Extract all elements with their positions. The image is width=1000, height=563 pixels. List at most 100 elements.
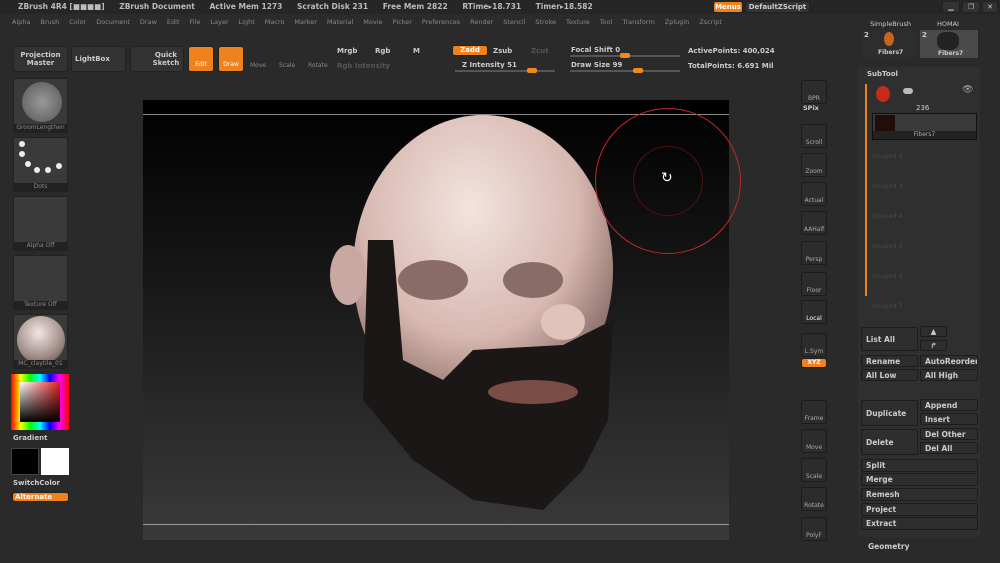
- color-picker[interactable]: [11, 374, 69, 430]
- menu-draw[interactable]: Draw: [140, 18, 157, 26]
- menu-material[interactable]: Material: [327, 18, 353, 26]
- move-up-button[interactable]: ▲: [920, 326, 947, 337]
- subtool-empty-slot[interactable]: Unused 5: [872, 242, 903, 250]
- menu-picker[interactable]: Picker: [393, 18, 412, 26]
- zcut-button[interactable]: Zcut: [531, 47, 549, 55]
- focal-shift-slider[interactable]: [570, 53, 680, 58]
- scale-button[interactable]: Scale: [279, 62, 295, 69]
- menu-texture[interactable]: Texture: [566, 18, 590, 26]
- subtool-empty-slot[interactable]: Unused 2: [872, 152, 903, 160]
- all-high-button[interactable]: All High: [920, 369, 978, 381]
- quick-sketch-button[interactable]: Quick Sketch: [130, 46, 184, 72]
- append-button[interactable]: Append: [920, 399, 978, 411]
- list-all-button[interactable]: List All: [861, 327, 918, 351]
- menu-color[interactable]: Color: [69, 18, 86, 26]
- stroke-picker[interactable]: Dots: [13, 137, 68, 192]
- main-color-swatch[interactable]: [11, 448, 39, 475]
- lightbox-button[interactable]: LightBox: [71, 46, 126, 72]
- edit-button[interactable]: Edit: [188, 46, 214, 72]
- shelf-bpr-button[interactable]: BPR: [801, 80, 827, 104]
- menu-movie[interactable]: Movie: [363, 18, 382, 26]
- texture-picker[interactable]: Texture Off: [13, 255, 68, 310]
- draw-button[interactable]: Draw: [218, 46, 244, 72]
- move-button[interactable]: Move: [250, 62, 266, 69]
- shelf-scale-button[interactable]: Scale: [801, 458, 827, 482]
- menu-light[interactable]: Light: [239, 18, 255, 26]
- remesh-button[interactable]: Remesh: [861, 488, 978, 501]
- shelf-move-button[interactable]: Move: [801, 429, 827, 453]
- tool-thumb-fibers[interactable]: 2 Fibers7: [862, 30, 917, 58]
- menu-zplugin[interactable]: Zplugin: [665, 18, 690, 26]
- delete-button[interactable]: Delete: [861, 429, 918, 455]
- menu-macro[interactable]: Macro: [265, 18, 285, 26]
- menu-alpha[interactable]: Alpha: [12, 18, 30, 26]
- duplicate-button[interactable]: Duplicate: [861, 400, 918, 426]
- menu-marker[interactable]: Marker: [294, 18, 316, 26]
- move-down-button[interactable]: ↱: [920, 340, 947, 351]
- mrgb-button[interactable]: Mrgb: [337, 47, 357, 55]
- del-other-button[interactable]: Del Other: [920, 428, 978, 440]
- draw-size-slider[interactable]: [570, 68, 680, 73]
- shelf-actual-button[interactable]: Actual: [801, 182, 827, 206]
- subtool-item-fibers[interactable]: Fibers7: [872, 113, 977, 140]
- m-button[interactable]: M: [413, 47, 420, 55]
- subtool-empty-slot[interactable]: Unused 6: [872, 272, 903, 280]
- menu-tool[interactable]: Tool: [600, 18, 613, 26]
- extract-button[interactable]: Extract: [861, 517, 978, 530]
- alpha-picker[interactable]: Alpha Off: [13, 196, 68, 251]
- menu-stencil[interactable]: Stencil: [503, 18, 525, 26]
- shelf-lsym-button[interactable]: L.Sym: [801, 333, 827, 357]
- menu-file[interactable]: File: [190, 18, 201, 26]
- subtool-scrollbar[interactable]: [865, 84, 867, 296]
- menu-layer[interactable]: Layer: [210, 18, 228, 26]
- menu-preferences[interactable]: Preferences: [422, 18, 460, 26]
- insert-button[interactable]: Insert: [920, 413, 978, 425]
- zsub-button[interactable]: Zsub: [493, 47, 512, 55]
- all-low-button[interactable]: All Low: [861, 369, 918, 381]
- shelf-frame-button[interactable]: Frame: [801, 400, 827, 424]
- viewport-canvas[interactable]: ↻: [143, 100, 741, 540]
- project-button[interactable]: Project: [861, 503, 978, 516]
- split-button[interactable]: Split: [861, 459, 978, 472]
- shelf-polyf-button[interactable]: PolyF: [801, 517, 827, 541]
- subtool-empty-slot[interactable]: Unused 7: [872, 302, 903, 310]
- zadd-button[interactable]: Zadd: [452, 45, 488, 56]
- menu-transform[interactable]: Transform: [622, 18, 654, 26]
- secondary-color-swatch[interactable]: [41, 448, 69, 475]
- del-all-button[interactable]: Del All: [920, 442, 978, 454]
- shelf-xyz-button[interactable]: XYZ: [801, 358, 827, 368]
- minimize-button[interactable]: ▁: [942, 1, 960, 13]
- default-zscript-button[interactable]: DefaultZScript: [745, 1, 810, 13]
- subtool-title[interactable]: SubTool: [867, 70, 898, 78]
- rename-button[interactable]: Rename: [861, 355, 918, 367]
- menus-button[interactable]: Menus: [713, 1, 743, 13]
- shelf-scroll-button[interactable]: Scroll: [801, 124, 827, 148]
- menu-document[interactable]: Document: [96, 18, 130, 26]
- z-intensity-slider[interactable]: [455, 68, 555, 73]
- subtool-empty-slot[interactable]: Unused 4: [872, 212, 903, 220]
- switchcolor-button[interactable]: SwitchColor: [13, 479, 60, 487]
- shelf-spix-button[interactable]: SPix: [803, 104, 819, 112]
- merge-button[interactable]: Merge: [861, 473, 978, 486]
- menu-stroke[interactable]: Stroke: [535, 18, 556, 26]
- rgb-button[interactable]: Rgb: [375, 47, 390, 55]
- menu-edit[interactable]: Edit: [167, 18, 180, 26]
- close-button[interactable]: ✕: [982, 1, 998, 13]
- brush-picker[interactable]: GroomLengthen: [13, 78, 68, 133]
- shelf-floor-button[interactable]: Floor: [801, 272, 827, 296]
- material-picker[interactable]: MC_claytile_01: [13, 314, 68, 369]
- shelf-persp-button[interactable]: Persp: [801, 241, 827, 265]
- gradient-label[interactable]: Gradient: [13, 434, 47, 442]
- alternate-button[interactable]: Alternate: [12, 492, 69, 502]
- subtool-empty-slot[interactable]: Unused 3: [872, 182, 903, 190]
- rotate-button[interactable]: Rotate: [308, 62, 328, 69]
- maximize-button[interactable]: ❐: [962, 1, 980, 13]
- autoreorder-button[interactable]: AutoReorder: [920, 355, 978, 367]
- eye-icon[interactable]: 👁: [962, 85, 973, 95]
- menu-zscript[interactable]: Zscript: [699, 18, 722, 26]
- menu-brush[interactable]: Brush: [40, 18, 59, 26]
- menu-render[interactable]: Render: [470, 18, 493, 26]
- geometry-section[interactable]: Geometry: [868, 542, 909, 551]
- shelf-aahalf-button[interactable]: AAHalf: [801, 211, 827, 235]
- color-square[interactable]: [20, 382, 60, 422]
